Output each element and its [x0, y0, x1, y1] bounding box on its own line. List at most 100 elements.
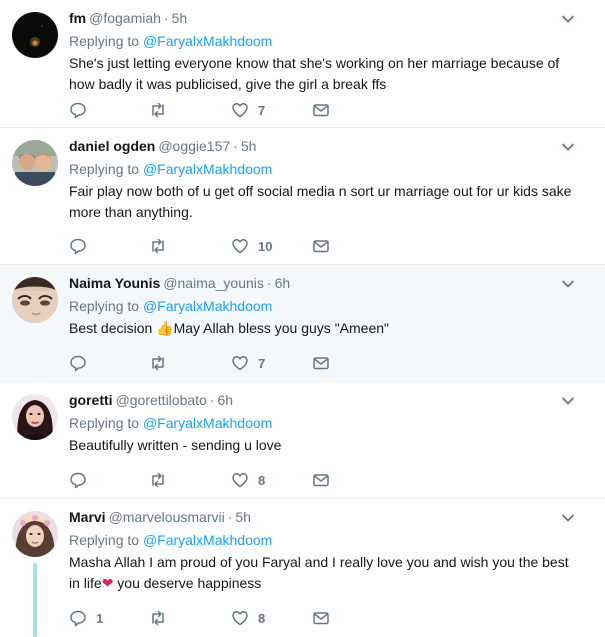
separator-dot: ·: [209, 392, 215, 408]
like-button[interactable]: 8: [231, 607, 265, 629]
retweet-button[interactable]: [149, 235, 176, 257]
tweet[interactable]: Naima Younis @naima_younis · 6h Replying to…: [0, 265, 605, 382]
user-handle[interactable]: @gorettilobato: [116, 392, 207, 408]
retweet-icon: [152, 472, 164, 488]
timestamp[interactable]: 5h: [172, 10, 188, 26]
reply-button[interactable]: 1: [69, 607, 103, 629]
retweet-icon: [152, 238, 164, 254]
direct-message-button[interactable]: [312, 607, 330, 629]
replying-to-link[interactable]: @FaryalxMakhdoom: [143, 298, 272, 314]
replying-to-label: Replying to: [69, 161, 140, 177]
replying-to-label: Replying to: [69, 298, 140, 314]
retweet-button[interactable]: [149, 352, 176, 374]
reply-icon: [70, 610, 86, 627]
replying-to-link[interactable]: @FaryalxMakhdoom: [143, 532, 272, 548]
heart-icon: [232, 611, 248, 626]
tweet-text-part: Best decision: [69, 320, 157, 336]
direct-message-button[interactable]: [312, 469, 330, 491]
display-name[interactable]: fm: [69, 10, 86, 26]
chevron-down-icon: [562, 280, 574, 288]
avatar-image: [12, 394, 58, 440]
replying-to-link[interactable]: @FaryalxMakhdoom: [143, 415, 272, 431]
avatar-image: [12, 277, 58, 323]
tweet[interactable]: goretti @gorettilobato · 6h Replying to @Fa…: [0, 382, 605, 499]
tweet-actions: 7: [69, 99, 369, 121]
user-handle[interactable]: @marvelousmarvii: [109, 509, 225, 525]
avatar[interactable]: [12, 12, 58, 58]
user-handle[interactable]: @naima_younis: [163, 275, 264, 291]
like-button[interactable]: 8: [231, 469, 265, 491]
like-button[interactable]: 7: [231, 352, 265, 374]
display-name[interactable]: daniel ogden: [69, 138, 155, 154]
retweet-icon: [152, 610, 164, 626]
timestamp[interactable]: 5h: [235, 509, 251, 525]
user-handle[interactable]: @fogamiah: [89, 10, 161, 26]
tweet-text: She's just letting everyone know that sh…: [69, 55, 560, 92]
avatar[interactable]: [12, 140, 58, 186]
direct-message-button[interactable]: [312, 235, 330, 257]
avatar[interactable]: [12, 511, 58, 557]
display-name[interactable]: Marvi: [69, 509, 106, 525]
direct-message-button[interactable]: [312, 352, 330, 374]
more-options-button[interactable]: [559, 392, 577, 410]
envelope-icon: [313, 474, 329, 487]
retweet-button[interactable]: [149, 607, 176, 629]
reply-icon: [70, 238, 86, 255]
replying-to-label: Replying to: [69, 415, 140, 431]
more-options-button[interactable]: [559, 10, 577, 28]
heart-icon: [232, 103, 248, 118]
timestamp[interactable]: 6h: [275, 275, 291, 291]
red-heart-emoji-icon: ❤: [101, 575, 114, 591]
tweet-text-part: May Allah bless you guys "Ameen": [173, 320, 389, 336]
tweet[interactable]: daniel ogden @oggie157 · 5h Replying to @Fa…: [0, 128, 605, 265]
chevron-down-icon: [562, 143, 574, 151]
avatar[interactable]: [12, 394, 58, 440]
separator-dot: ·: [163, 10, 169, 26]
thread-connector-line: [33, 563, 37, 637]
heart-icon: [232, 473, 248, 488]
replying-to-link[interactable]: @FaryalxMakhdoom: [143, 33, 272, 49]
avatar[interactable]: [12, 277, 58, 323]
reply-button[interactable]: [69, 469, 96, 491]
replying-to-link[interactable]: @FaryalxMakhdoom: [143, 161, 272, 177]
retweet-button[interactable]: [149, 99, 176, 121]
more-options-button[interactable]: [559, 275, 577, 293]
chevron-down-icon: [562, 15, 574, 23]
timestamp[interactable]: 6h: [218, 392, 234, 408]
like-count: 10: [258, 238, 273, 254]
display-name[interactable]: goretti: [69, 392, 113, 408]
thumbs-up-emoji-icon: 👍: [156, 320, 174, 336]
tweet-text: Masha Allah I am proud of you Faryal and…: [69, 552, 581, 594]
reply-button[interactable]: [69, 235, 96, 257]
timestamp[interactable]: 5h: [241, 138, 257, 154]
display-name[interactable]: Naima Younis: [69, 275, 160, 291]
separator-dot: ·: [227, 509, 233, 525]
avatar-image: [12, 12, 58, 58]
like-count: 7: [258, 102, 266, 118]
reply-icon: [70, 355, 86, 372]
reply-button[interactable]: [69, 352, 96, 374]
tweet-text: Fair play now both of u get off social m…: [69, 183, 572, 220]
more-options-button[interactable]: [559, 138, 577, 156]
replying-to: Replying to @FaryalxMakhdoom: [69, 530, 272, 550]
tweet-text: Best decision 👍May Allah bless you guys …: [69, 318, 581, 339]
tweet-text: Beautifully written - sending u love: [69, 437, 282, 453]
like-button[interactable]: 7: [231, 99, 265, 121]
like-count: 7: [258, 355, 266, 371]
more-options-button[interactable]: [559, 509, 577, 527]
like-button[interactable]: 10: [231, 235, 272, 257]
avatar-image: [12, 511, 58, 557]
replying-to: Replying to @FaryalxMakhdoom: [69, 31, 272, 51]
tweet[interactable]: Marvi @marvelousmarvii · 5h Replying to @Fa…: [0, 499, 605, 637]
direct-message-button[interactable]: [312, 99, 330, 121]
reply-button[interactable]: [69, 99, 96, 121]
replying-to-label: Replying to: [69, 33, 140, 49]
retweet-button[interactable]: [149, 469, 176, 491]
heart-icon: [232, 239, 248, 254]
retweet-icon: [152, 355, 164, 371]
user-handle[interactable]: @oggie157: [158, 138, 230, 154]
tweet[interactable]: fm @fogamiah · 5h Replying to @FaryalxMakhd…: [0, 0, 605, 128]
reply-count: 1: [96, 610, 104, 626]
tweet-actions: 8: [69, 469, 369, 491]
separator-dot: ·: [233, 138, 238, 154]
